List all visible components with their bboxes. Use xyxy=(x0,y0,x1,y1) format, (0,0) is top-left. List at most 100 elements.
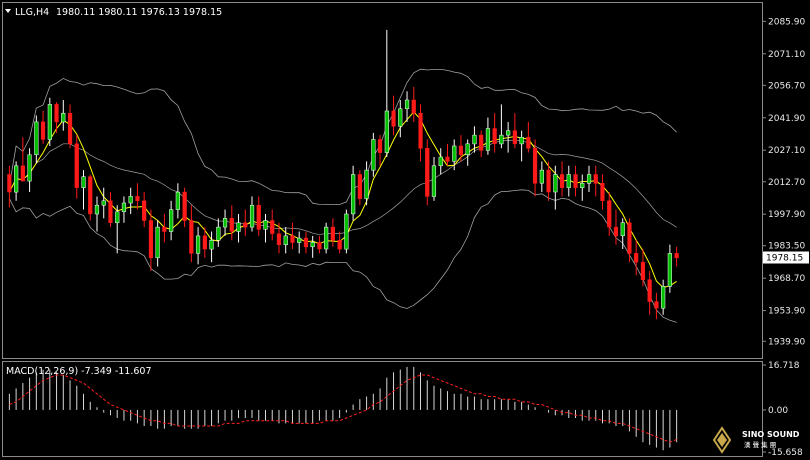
candle xyxy=(263,213,268,243)
chevron-down-icon[interactable] xyxy=(5,9,11,13)
candle xyxy=(61,100,66,131)
candle-body xyxy=(526,137,531,149)
candle xyxy=(74,135,79,199)
candle xyxy=(155,220,160,267)
candle-body xyxy=(640,261,646,280)
candle-body xyxy=(182,191,187,221)
candle-body xyxy=(61,112,66,123)
price-axis: 2085.90 2071.10 2056.70 2041.90 2027.10 2012.… xyxy=(762,17,805,347)
price-tick-label: 1968.70 xyxy=(768,274,805,284)
candle-body xyxy=(81,176,86,188)
candle-body xyxy=(377,139,383,153)
candle xyxy=(532,139,538,197)
candle xyxy=(418,104,423,162)
candle xyxy=(600,174,605,210)
candle xyxy=(634,240,639,276)
candle xyxy=(667,244,672,293)
candle-body xyxy=(364,169,369,199)
candle xyxy=(613,209,619,245)
candle xyxy=(431,156,437,201)
candle xyxy=(222,209,228,236)
candle xyxy=(620,218,625,250)
candle-body xyxy=(88,176,93,215)
candle xyxy=(526,121,531,153)
price-tick-label: 1953.90 xyxy=(768,307,805,317)
candle-body xyxy=(512,130,517,145)
candle xyxy=(479,130,484,157)
candle-body xyxy=(607,200,612,228)
candle xyxy=(539,161,544,193)
moving-average xyxy=(8,111,677,289)
candle xyxy=(182,187,187,228)
candle xyxy=(640,249,646,287)
candle-body xyxy=(20,165,25,182)
candle-body xyxy=(634,253,639,263)
candle xyxy=(115,205,120,254)
candle-body xyxy=(573,174,578,188)
candle xyxy=(243,209,248,236)
macd-tick-label: 16.718 xyxy=(768,361,800,371)
candle-body xyxy=(101,200,106,206)
candle xyxy=(398,100,403,138)
candle xyxy=(54,102,59,133)
candle-body xyxy=(384,110,389,153)
candle-body xyxy=(270,220,275,234)
chart-frame: LLG,H4 1980.11 1980.11 1976.13 1978.15 2… xyxy=(2,2,809,458)
candle-body xyxy=(539,169,544,184)
candle-body xyxy=(148,220,154,258)
candle xyxy=(148,209,154,271)
macd-tick-label: -15.658 xyxy=(768,448,803,458)
candle xyxy=(445,143,450,166)
price-tick-label: 2085.90 xyxy=(768,17,805,27)
candle-body xyxy=(324,226,329,250)
candle xyxy=(229,205,234,241)
candle-body xyxy=(593,174,598,184)
candle-body xyxy=(499,134,504,145)
candle-body xyxy=(465,143,470,156)
candle xyxy=(121,196,127,223)
candle-body xyxy=(344,213,349,250)
candle-body xyxy=(661,286,666,309)
candle xyxy=(465,139,470,166)
logo-cn: 漢 聲 集 團 xyxy=(744,440,776,449)
candle xyxy=(216,218,221,247)
candle xyxy=(67,104,73,149)
candle xyxy=(317,235,322,254)
candle xyxy=(438,148,443,175)
candle-body xyxy=(559,174,565,188)
candle-body xyxy=(357,174,362,199)
candle-body xyxy=(169,209,174,232)
candle-body xyxy=(620,222,625,237)
candle xyxy=(14,161,19,201)
candle-body xyxy=(249,204,255,228)
candle-body xyxy=(310,242,315,248)
candle-body xyxy=(263,220,268,230)
candle-body xyxy=(479,134,484,151)
price-panel-border xyxy=(2,2,763,359)
candle xyxy=(303,231,309,254)
candle-body xyxy=(519,137,524,145)
candle-body xyxy=(371,139,376,171)
candle-body xyxy=(303,237,309,248)
candle xyxy=(425,139,430,206)
candle-body xyxy=(128,196,133,204)
candle xyxy=(135,183,140,210)
candle-body xyxy=(411,99,416,114)
candle-body xyxy=(14,165,19,193)
candle-body xyxy=(418,112,423,149)
candle-body xyxy=(452,145,457,162)
candle-body xyxy=(47,104,52,140)
candle xyxy=(580,174,585,201)
candle-body xyxy=(175,191,180,210)
candle-body xyxy=(566,174,571,188)
macd-tick-label: 0.00 xyxy=(768,406,788,416)
candle-body xyxy=(627,222,632,254)
candle-body xyxy=(404,99,410,110)
logo-name: SINO SOUND xyxy=(742,430,800,439)
candle xyxy=(270,209,275,241)
candle-body xyxy=(108,200,113,223)
candle xyxy=(566,165,571,197)
candle-body xyxy=(34,121,39,156)
candle-body xyxy=(667,253,672,287)
candle xyxy=(351,165,356,221)
